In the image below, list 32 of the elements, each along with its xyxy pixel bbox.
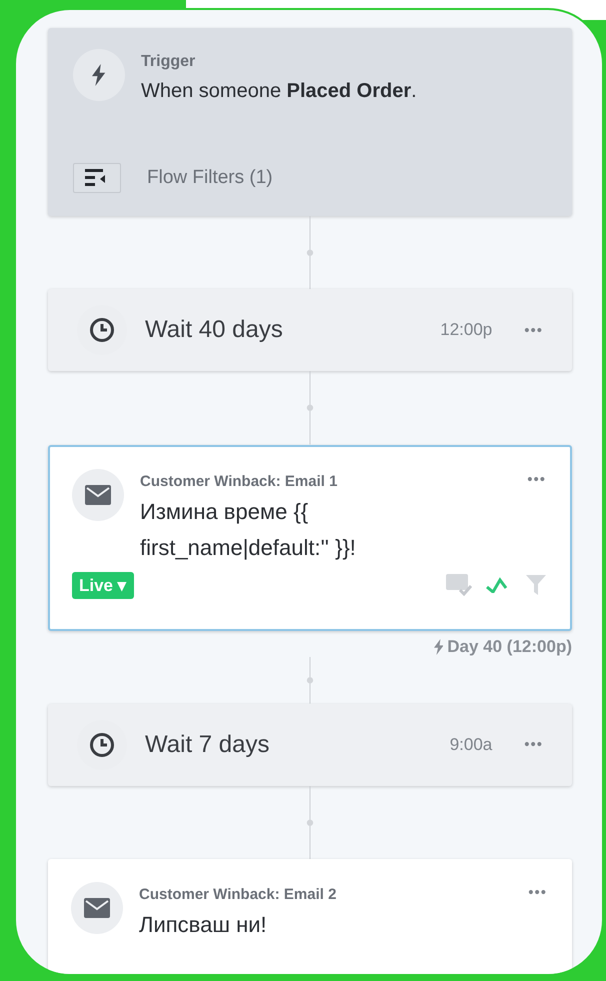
schedule-label: Day 40 (12:00p) bbox=[447, 636, 572, 657]
connector-line bbox=[306, 656, 314, 704]
flow-filters-link[interactable]: Flow Filters (1) bbox=[147, 167, 273, 189]
envelope-check-icon bbox=[446, 574, 472, 596]
more-menu[interactable]: ••• bbox=[524, 322, 543, 339]
trigger-card[interactable]: Trigger When someone Placed Order. Flow Filters (1) bbox=[48, 28, 572, 216]
email-card[interactable]: Customer Winback: Email 1 ••• Измина време {{ first_name|default:'' }}! Live ▾ bbox=[48, 444, 572, 631]
send-time: 9:00a bbox=[450, 734, 492, 755]
wait-label: Wait 40 days bbox=[145, 316, 284, 344]
lightning-icon bbox=[92, 64, 106, 86]
more-menu[interactable]: ••• bbox=[528, 882, 547, 903]
trigger-text: When someone Placed Order. bbox=[141, 79, 417, 104]
envelope-icon bbox=[85, 484, 111, 505]
email-title: Customer Winback: Email 1 bbox=[140, 472, 338, 490]
filter-button[interactable] bbox=[73, 163, 121, 193]
status-dropdown[interactable]: Live ▾ bbox=[72, 572, 134, 599]
wait-card[interactable]: Wait 7 days 9:00a ••• bbox=[48, 704, 572, 786]
wait-label: Wait 7 days bbox=[145, 730, 270, 759]
more-menu[interactable]: ••• bbox=[527, 468, 546, 490]
email-subject: Липсваш ни! bbox=[139, 911, 268, 939]
more-menu[interactable]: ••• bbox=[524, 736, 543, 754]
clock-icon bbox=[89, 732, 115, 758]
filter-icon bbox=[526, 575, 546, 596]
send-time: 12:00p bbox=[440, 320, 492, 340]
clock-icon bbox=[89, 317, 115, 344]
wait-card[interactable]: Wait 40 days 12:00p ••• bbox=[48, 289, 572, 372]
trigger-label: Trigger bbox=[141, 53, 196, 71]
email-title: Customer Winback: Email 2 bbox=[139, 886, 336, 903]
email-card[interactable]: Customer Winback: Email 2 ••• Липсваш ни! bbox=[48, 859, 572, 974]
envelope-icon bbox=[84, 898, 110, 918]
email-subject: Измина време {{ first_name|default:'' }}! bbox=[140, 498, 357, 562]
lightning-icon bbox=[434, 638, 444, 655]
